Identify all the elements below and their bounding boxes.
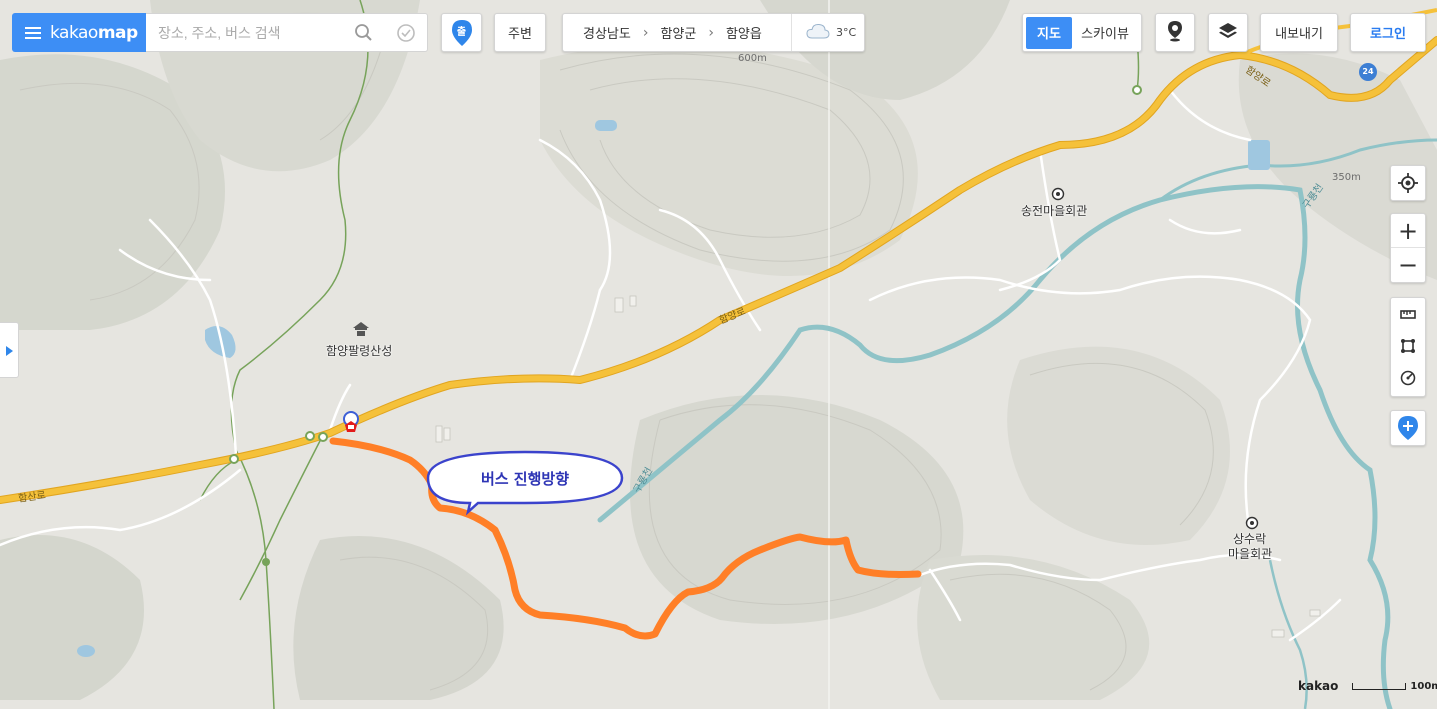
contour-label-600: 600m <box>738 53 767 64</box>
nearby-button[interactable]: 주변 <box>494 13 546 52</box>
zoom-control: + − <box>1390 213 1426 283</box>
bus-stop-icon[interactable] <box>341 411 363 435</box>
place-label-fortress[interactable]: 함양팔령산성 <box>326 342 392 359</box>
map-type-toggle: 지도 스카이뷰 <box>1022 13 1142 52</box>
roadview-button[interactable] <box>1155 13 1195 52</box>
zoom-out-button[interactable]: − <box>1391 248 1425 282</box>
area-icon[interactable] <box>1391 330 1425 362</box>
bus-direction-annotation: 버스 진행방향 <box>480 470 570 488</box>
menu-icon[interactable] <box>25 24 41 42</box>
location-pin-icon: 출 <box>451 19 472 46</box>
expand-panel-icon <box>5 341 13 360</box>
place-label-sangsurak-hall[interactable]: 마을회관 <box>1228 545 1272 562</box>
chevron-right-icon: › <box>708 24 714 41</box>
radius-icon[interactable] <box>1391 362 1425 394</box>
region-breadcrumb: 경상남도 › 함양군 › 함양읍 3°C <box>562 13 865 52</box>
ruler-icon[interactable] <box>1391 298 1425 330</box>
my-location-button[interactable] <box>1390 165 1426 201</box>
map-type-skyview-button[interactable]: 스카이뷰 <box>1072 23 1138 42</box>
layers-icon <box>1218 21 1238 45</box>
map-scale: kakao 100m <box>1298 679 1437 693</box>
layers-button[interactable] <box>1208 13 1248 52</box>
weather-widget[interactable]: 3°C <box>791 14 865 51</box>
measure-tools <box>1390 297 1426 397</box>
brand-menu-button[interactable]: kakaomap <box>12 13 146 52</box>
breadcrumb-province[interactable]: 경상남도 <box>583 23 631 42</box>
route-shield-24: 24 <box>1362 67 1374 76</box>
chevron-right-icon: › <box>642 24 649 41</box>
scale-bar <box>1352 682 1407 690</box>
kakao-attribution: kakao <box>1298 679 1339 693</box>
login-button[interactable]: 로그인 <box>1350 13 1426 52</box>
departure-pin-button[interactable]: 출 <box>441 13 482 52</box>
place-label-songjeon-hall[interactable]: 송전마을회관 <box>1021 202 1087 219</box>
map-type-map-button[interactable]: 지도 <box>1026 16 1072 49</box>
search-box <box>146 13 428 52</box>
breadcrumb-county[interactable]: 함양군 <box>660 23 696 42</box>
my-location-icon <box>1391 166 1425 200</box>
map-canvas[interactable] <box>0 0 1437 709</box>
search-input[interactable] <box>158 24 348 41</box>
expand-panel-button[interactable] <box>0 322 19 378</box>
add-marker-button[interactable] <box>1390 410 1426 446</box>
cloud-icon <box>806 23 830 42</box>
zoom-in-button[interactable]: + <box>1391 214 1425 248</box>
search-icon[interactable] <box>354 23 374 43</box>
weather-temperature: 3°C <box>836 26 857 39</box>
contour-label-350: 350m <box>1332 172 1361 183</box>
kakaomap-logo: kakaomap <box>50 22 138 43</box>
add-marker-icon <box>1391 411 1425 445</box>
check-circle-icon[interactable] <box>396 23 416 43</box>
streetview-icon <box>1165 20 1185 46</box>
export-button[interactable]: 내보내기 <box>1260 13 1338 52</box>
scale-label: 100m <box>1410 680 1437 692</box>
breadcrumb-town[interactable]: 함양읍 <box>726 23 762 42</box>
